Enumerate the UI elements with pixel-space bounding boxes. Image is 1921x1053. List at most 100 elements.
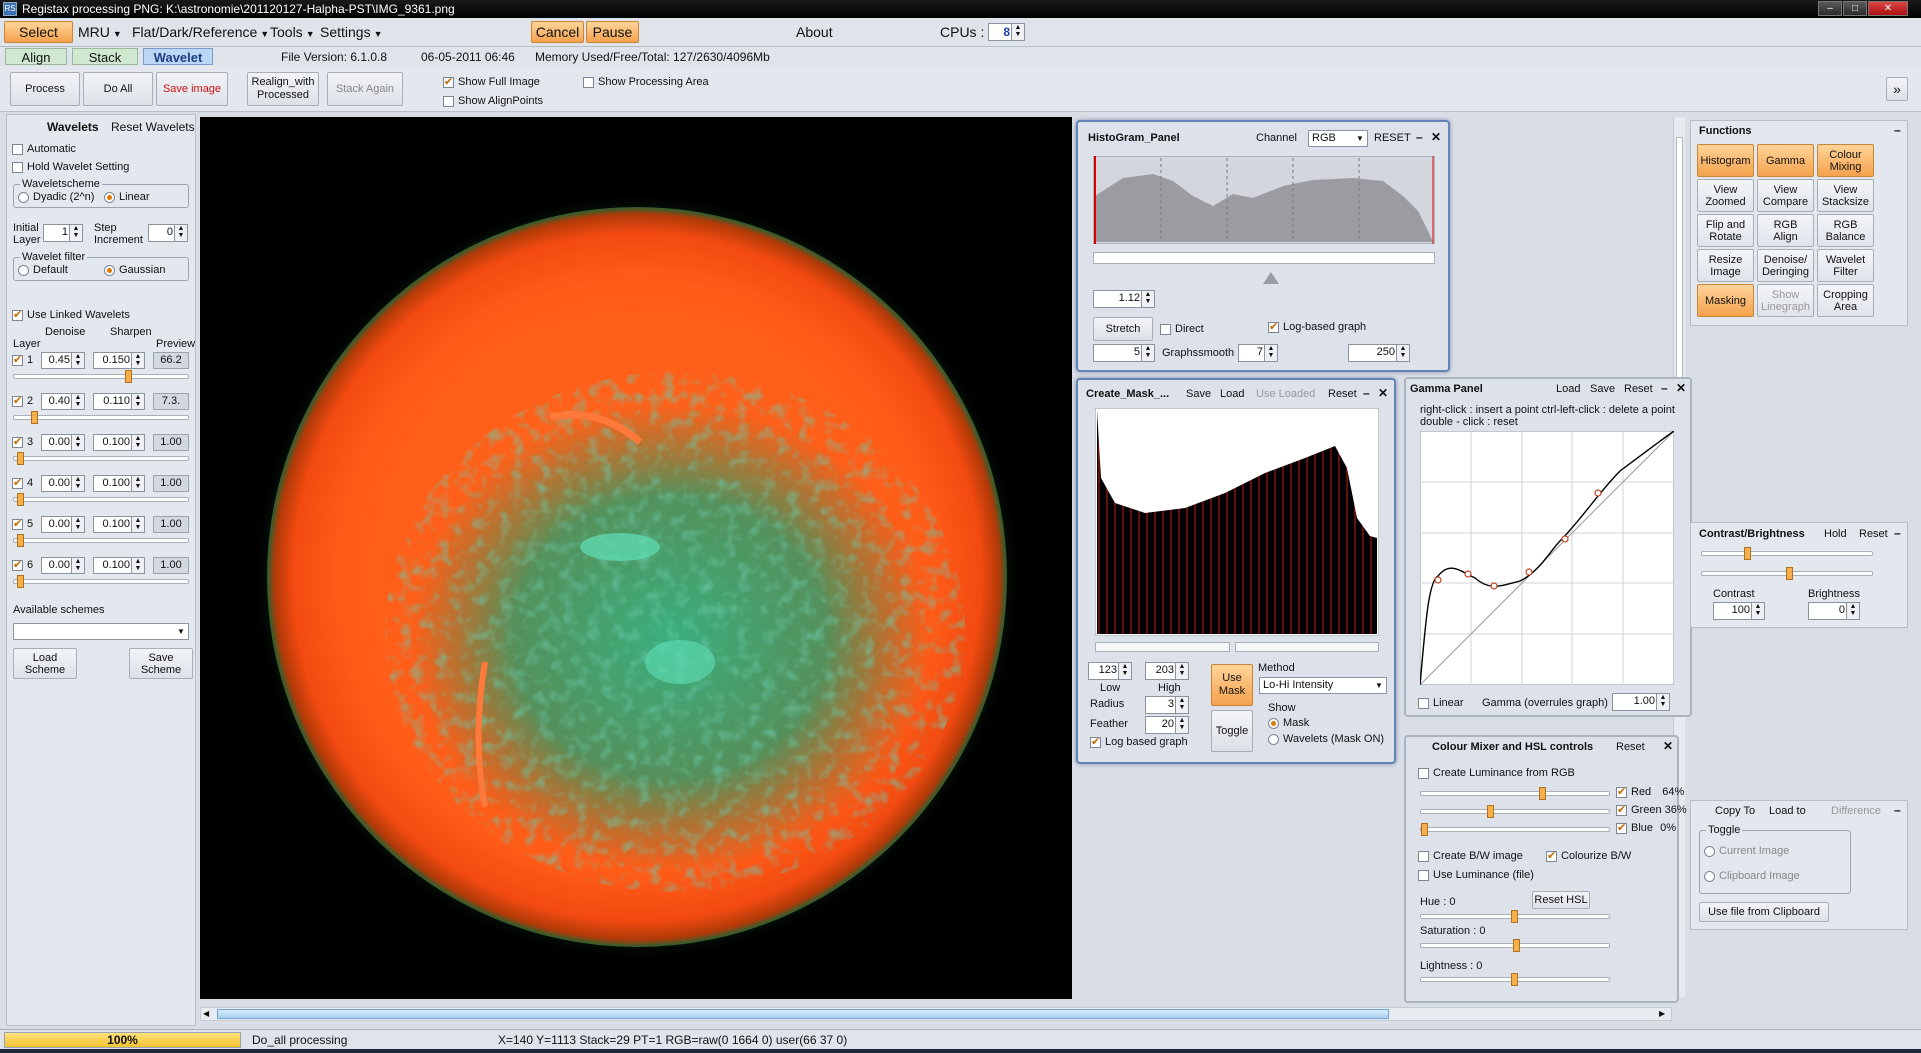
layer-slider[interactable] xyxy=(13,370,189,383)
layer-checkbox[interactable]: 1 xyxy=(12,353,33,366)
sharpen-stepper[interactable]: 0.110 ▲ ▼ xyxy=(93,393,145,410)
use-loaded-button[interactable]: Use Loaded xyxy=(1256,388,1315,400)
radio-icon[interactable] xyxy=(104,264,115,276)
direct-checkbox[interactable]: Direct xyxy=(1160,323,1204,335)
contrast-hold-button[interactable]: Hold xyxy=(1824,528,1847,540)
contrast-stepper[interactable]: 100 ▲ ▼ xyxy=(1713,602,1765,620)
layer-slider[interactable] xyxy=(13,575,189,588)
saturation-slider[interactable] xyxy=(1420,939,1610,952)
layer-checkbox[interactable]: 2 xyxy=(12,394,33,407)
denoise-stepper[interactable]: 0.00 ▲ ▼ xyxy=(41,557,85,574)
difference-button[interactable]: Difference xyxy=(1831,805,1881,817)
load-scheme-button[interactable]: Load Scheme xyxy=(13,648,77,679)
layer-checkbox[interactable]: 3 xyxy=(12,435,33,448)
contrast-reset-button[interactable]: Reset xyxy=(1859,528,1888,540)
spin-arrows-icon[interactable]: ▲ ▼ xyxy=(1118,663,1131,679)
expand-button[interactable]: » xyxy=(1886,77,1908,101)
pause-button[interactable]: Pause xyxy=(586,21,639,43)
function-flip-and-rotate-button[interactable]: Flip and Rotate xyxy=(1697,214,1754,247)
slider-thumb[interactable] xyxy=(1786,567,1793,580)
gamma-load-button[interactable]: Load xyxy=(1556,383,1580,395)
function-gamma-button[interactable]: Gamma xyxy=(1757,144,1814,177)
layer-checkbox[interactable]: 6 xyxy=(12,558,33,571)
preview-button[interactable]: 66.2 xyxy=(153,352,189,369)
denoise-stepper[interactable]: 0.00 ▲ ▼ xyxy=(41,475,85,492)
reset-hsl-button[interactable]: Reset HSL xyxy=(1532,891,1590,909)
sharpen-stepper[interactable]: 0.100 ▲ ▼ xyxy=(93,516,145,533)
current-image-radio[interactable]: Current Image xyxy=(1704,845,1789,857)
maximize-button[interactable]: □ xyxy=(1843,1,1867,16)
function-wavelet-filter-button[interactable]: Wavelet Filter xyxy=(1817,249,1874,282)
checkbox-icon[interactable] xyxy=(1418,850,1429,862)
histogram-range-slider[interactable] xyxy=(1093,252,1435,264)
histogram-min-stepper[interactable]: 5 ▲ ▼ xyxy=(1093,344,1155,362)
radio-icon[interactable] xyxy=(1704,845,1715,857)
layer-slider[interactable] xyxy=(13,493,189,506)
preview-button[interactable]: 7.3. xyxy=(153,393,189,410)
slider-thumb[interactable] xyxy=(17,452,25,465)
channel-dropdown[interactable]: RGB ▼ xyxy=(1308,130,1368,147)
function-colour-mixing-button[interactable]: Colour Mixing xyxy=(1817,144,1874,177)
function-view-compare-button[interactable]: View Compare xyxy=(1757,179,1814,212)
slider-thumb[interactable] xyxy=(1513,939,1520,952)
process-button[interactable]: Process xyxy=(10,72,80,106)
function-view-zoomed-button[interactable]: View Zoomed xyxy=(1697,179,1754,212)
save-scheme-button[interactable]: Save Scheme xyxy=(129,648,193,679)
checkbox-icon[interactable] xyxy=(1090,735,1101,748)
sharpen-stepper[interactable]: 0.100 ▲ ▼ xyxy=(93,434,145,451)
use-mask-button[interactable]: Use Mask xyxy=(1211,664,1253,706)
spin-arrows-icon[interactable]: ▲ ▼ xyxy=(131,517,144,532)
radio-icon[interactable] xyxy=(1268,733,1279,745)
hold-wavelet-checkbox[interactable]: Hold Wavelet Setting xyxy=(12,161,129,173)
preview-button[interactable]: 1.00 xyxy=(153,557,189,574)
checkbox-icon[interactable] xyxy=(1268,320,1279,333)
spin-arrows-icon[interactable]: ▲ ▼ xyxy=(71,394,84,409)
layer-checkbox[interactable]: 4 xyxy=(12,476,33,489)
slider-thumb[interactable] xyxy=(1744,547,1751,560)
linear-radio[interactable]: Linear xyxy=(104,191,150,203)
slider-thumb[interactable] xyxy=(1421,823,1428,836)
horizontal-scroll-thumb[interactable] xyxy=(217,1009,1389,1019)
step-increment-stepper[interactable]: 0 ▲ ▼ xyxy=(148,224,188,242)
feather-stepper[interactable]: 20 ▲ ▼ xyxy=(1145,716,1189,734)
high-stepper[interactable]: 203 ▲ ▼ xyxy=(1145,662,1189,680)
image-view[interactable] xyxy=(200,117,1072,999)
slider-thumb[interactable] xyxy=(1538,787,1546,800)
slider-thumb[interactable] xyxy=(1487,805,1495,818)
spin-arrows-icon[interactable]: ▲ ▼ xyxy=(131,476,144,491)
show-mask-radio[interactable]: Mask xyxy=(1268,717,1309,729)
checkbox-icon[interactable] xyxy=(12,143,23,155)
tab-align[interactable]: Align xyxy=(5,48,67,65)
sharpen-stepper[interactable]: 0.150 ▲ ▼ xyxy=(93,352,145,369)
checkbox-icon[interactable] xyxy=(12,308,23,321)
save-image-button[interactable]: Save image xyxy=(156,72,228,106)
minimize-icon[interactable]: – xyxy=(1661,381,1668,395)
tab-stack[interactable]: Stack xyxy=(72,48,138,65)
checkbox-icon[interactable] xyxy=(12,161,23,173)
automatic-checkbox[interactable]: Automatic xyxy=(12,143,76,155)
green-slider[interactable] xyxy=(1420,805,1610,818)
default-radio[interactable]: Default xyxy=(18,264,68,276)
initial-layer-stepper[interactable]: 1 ▲ ▼ xyxy=(43,224,83,242)
method-dropdown[interactable]: Lo-Hi Intensity ▼ xyxy=(1259,677,1387,694)
toggle-button[interactable]: Toggle xyxy=(1211,710,1253,752)
low-range-slider[interactable] xyxy=(1095,642,1230,652)
create-luminance-checkbox[interactable]: Create Luminance from RGB xyxy=(1418,767,1575,779)
checkbox-icon[interactable] xyxy=(12,394,23,407)
tools-menu[interactable]: Tools ▼ xyxy=(270,24,315,40)
minimize-icon[interactable]: – xyxy=(1416,130,1423,144)
minimize-icon[interactable]: – xyxy=(1894,123,1901,137)
mask-log-graph-checkbox[interactable]: Log based graph xyxy=(1090,735,1188,748)
checkbox-icon[interactable] xyxy=(12,353,23,366)
settings-menu[interactable]: Settings ▼ xyxy=(320,24,383,40)
mru-menu[interactable]: MRU ▼ xyxy=(78,24,122,40)
spin-arrows-icon[interactable]: ▲ ▼ xyxy=(71,353,84,368)
checkbox-icon[interactable] xyxy=(1160,323,1171,335)
close-window-button[interactable]: ✕ xyxy=(1868,1,1908,16)
realign-with-processed-button[interactable]: Realign_with Processed xyxy=(247,72,319,106)
spin-arrows-icon[interactable]: ▲ ▼ xyxy=(1175,717,1188,733)
checkbox-icon[interactable] xyxy=(443,95,454,107)
preview-button[interactable]: 1.00 xyxy=(153,434,189,451)
checkbox-icon[interactable] xyxy=(12,558,23,571)
function-denoise-deringing-button[interactable]: Denoise/Deringing xyxy=(1757,249,1814,282)
